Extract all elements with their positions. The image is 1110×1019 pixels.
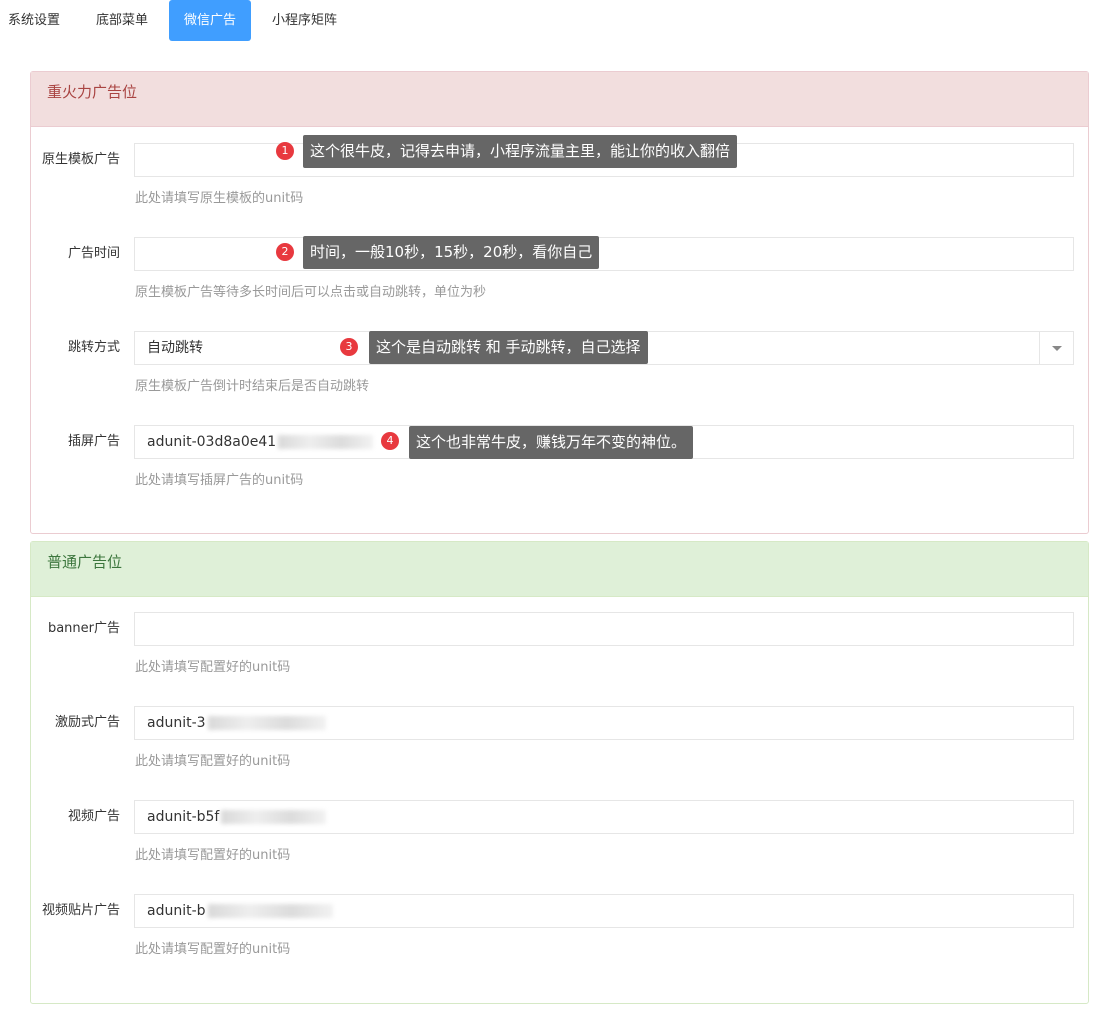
video-patch-ad-input[interactable]: adunit-b [134, 894, 1074, 928]
redacted-blur [207, 716, 326, 730]
help-text: 此处请填写插屏广告的unit码 [135, 473, 304, 488]
annotation-tooltip: 这个是自动跳转 和 手动跳转，自己选择 [369, 331, 648, 364]
field-label: banner广告 [47, 621, 120, 636]
help-text: 此处请填写配置好的unit码 [135, 754, 291, 769]
tab-bar: 系统设置 底部菜单 微信广告 小程序矩阵 [0, 0, 1110, 41]
annotation-tooltip: 时间，一般10秒，15秒，20秒，看你自己 [303, 236, 600, 269]
form-row-banner: banner广告 此处请填写配置好的unit码 [31, 612, 1090, 692]
panel-title: 普通广告位 [31, 542, 1088, 597]
tab-miniprogram-matrix[interactable]: 小程序矩阵 [264, 0, 345, 41]
annotation-tooltip: 这个很牛皮，记得去申请，小程序流量主里，能让你的收入翻倍 [303, 135, 738, 168]
help-text: 此处请填写原生模板的unit码 [135, 191, 304, 206]
annotation-badge: 1 [276, 142, 294, 160]
annotation-badge: 3 [340, 338, 358, 356]
field-label: 视频广告 [67, 809, 120, 824]
field-label: 插屏广告 [67, 434, 120, 449]
input-value: adunit-03d8a0e41 [147, 434, 277, 450]
help-text: 此处请填写配置好的unit码 [135, 660, 291, 675]
chevron-down-icon[interactable] [1039, 332, 1073, 364]
redacted-blur [221, 810, 327, 824]
annotation-badge: 4 [381, 432, 399, 450]
annotation-badge: 2 [276, 243, 294, 261]
rewarded-ad-input[interactable]: adunit-3 [134, 706, 1074, 740]
tab-wechat-ads[interactable]: 微信广告 [169, 0, 252, 41]
input-value: adunit-b [147, 903, 206, 919]
input-value: adunit-3 [147, 715, 206, 731]
field-label: 视频贴片广告 [41, 903, 120, 918]
redacted-blur [207, 904, 333, 918]
ad-time-input[interactable] [134, 237, 1074, 271]
field-label: 激励式广告 [54, 715, 120, 730]
tab-bottom-menu[interactable]: 底部菜单 [88, 0, 156, 41]
help-text: 此处请填写配置好的unit码 [135, 942, 291, 957]
help-text: 原生模板广告等待多长时间后可以点击或自动跳转，单位为秒 [135, 285, 487, 300]
field-label: 跳转方式 [67, 340, 120, 355]
input-value: adunit-b5f [147, 809, 220, 825]
form-row-video-patch: 视频贴片广告 adunit-b 此处请填写配置好的unit码 [31, 894, 1090, 974]
tab-system-settings[interactable]: 系统设置 [0, 0, 68, 41]
help-text: 原生模板广告倒计时结束后是否自动跳转 [135, 379, 370, 394]
form-row-rewarded: 激励式广告 adunit-3 此处请填写配置好的unit码 [31, 706, 1090, 786]
annotation-tooltip: 这个也非常牛皮，赚钱万年不变的神位。 [409, 426, 694, 459]
form-row-video: 视频广告 adunit-b5f 此处请填写配置好的unit码 [31, 800, 1090, 880]
video-ad-input[interactable]: adunit-b5f [134, 800, 1074, 834]
redacted-blur [278, 435, 374, 449]
normal-ad-panel: 普通广告位 banner广告 此处请填写配置好的unit码 激励式广告 adun… [30, 541, 1089, 1004]
banner-ad-input[interactable] [134, 612, 1074, 646]
select-value: 自动跳转 [147, 340, 203, 356]
field-label: 广告时间 [67, 246, 120, 261]
field-label: 原生模板广告 [41, 152, 120, 167]
panel-title: 重火力广告位 [31, 72, 1088, 127]
help-text: 此处请填写配置好的unit码 [135, 848, 291, 863]
